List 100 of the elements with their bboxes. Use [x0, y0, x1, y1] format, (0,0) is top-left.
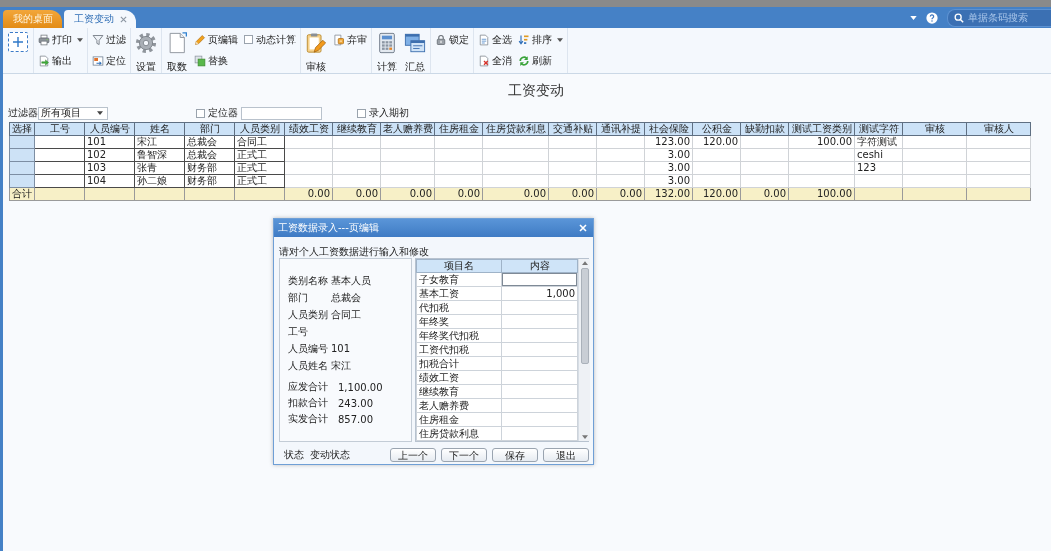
column-header: 继续教育 — [332, 122, 381, 136]
field-value: 合同工 — [331, 307, 361, 322]
document-arrow-icon — [38, 54, 50, 67]
column-header: 住房租金 — [434, 122, 483, 136]
scrollbar-thumb[interactable] — [580, 268, 589, 364]
tab[interactable]: 工资变动 — [64, 10, 136, 28]
add-button[interactable] — [8, 32, 28, 52]
filter-select[interactable]: 所有项目 — [38, 106, 108, 120]
column-header: 绩效工资 — [284, 122, 333, 136]
toolbar-button[interactable]: 锁定 — [434, 31, 470, 48]
caret-icon — [97, 111, 103, 115]
value-cell[interactable] — [501, 426, 578, 441]
instruction-text: 请对个人工资数据进行输入和修改 — [279, 246, 429, 257]
value-cell[interactable] — [501, 314, 578, 329]
table-cell: 0.00 — [284, 187, 333, 201]
value-cell[interactable]: 1,000 — [501, 286, 578, 301]
caret-icon[interactable] — [557, 37, 563, 42]
field-label: 类别名称 — [288, 273, 328, 288]
column-header: 内容 — [501, 259, 578, 273]
sort-icon — [518, 33, 530, 46]
toolbar-button[interactable]: 输出 — [37, 52, 84, 69]
value-cell[interactable] — [501, 370, 578, 385]
checkbox-label[interactable]: 定位器 — [208, 106, 238, 120]
dialog-button[interactable]: 下一个 — [441, 448, 487, 462]
dialog-title: 工资数据录入---页编辑 — [278, 221, 379, 235]
table-cell: 0.00 — [332, 187, 381, 201]
down-arrow-icon[interactable] — [581, 435, 588, 439]
help-icon[interactable] — [926, 11, 938, 24]
page-title: 工资变动 — [508, 82, 564, 98]
column-header: 项目名 — [416, 259, 502, 273]
total-label: 实发合计 — [288, 412, 328, 426]
calculator-icon — [376, 32, 398, 54]
value-cell[interactable] — [501, 356, 578, 371]
toolbar-button[interactable]: 设置 — [134, 29, 158, 74]
table-cell: 0.00 — [380, 187, 435, 201]
field-label: 人员类别 — [288, 307, 328, 322]
field-label: 人员姓名 — [288, 358, 328, 373]
total-value: 1,100.00 — [338, 381, 383, 393]
value-cell[interactable] — [501, 328, 578, 343]
table-cell: 老人赡养费 — [416, 398, 502, 413]
close-icon — [579, 224, 587, 232]
toolbar-button[interactable]: 全选 — [477, 31, 513, 48]
field-value: 基本人员 — [331, 273, 371, 288]
toolbar-button[interactable]: 汇总 — [403, 29, 427, 74]
table-cell: 0.00 — [482, 187, 549, 201]
locator-field[interactable] — [241, 106, 322, 120]
checkbox[interactable] — [244, 35, 253, 44]
column-header: 公积金 — [692, 122, 741, 136]
caret-icon[interactable] — [77, 37, 83, 42]
toolbar-button[interactable]: 替换 — [193, 52, 239, 69]
caret-icon[interactable] — [910, 15, 917, 20]
table-cell: 120.00 — [692, 187, 741, 201]
table-cell: 绩效工资 — [416, 370, 502, 385]
value-cell[interactable] — [501, 398, 578, 413]
toolbar-button[interactable]: 取数 — [165, 29, 189, 74]
value-field[interactable] — [502, 273, 577, 286]
field-label: 部门 — [288, 290, 309, 305]
column-header: 测试字符 — [854, 122, 903, 136]
toolbar-button[interactable]: 弃审 — [332, 31, 368, 48]
value-cell[interactable] — [501, 412, 578, 427]
table-cell: 住房贷款利息 — [416, 426, 502, 441]
table-cell: 年终奖 — [416, 314, 502, 329]
table-cell: 132.00 — [644, 187, 693, 201]
stamp-document-icon — [333, 33, 345, 46]
toolbar-button[interactable]: 过滤 — [91, 31, 127, 48]
toolbar-button[interactable]: 全消 — [477, 52, 513, 69]
search-icon — [954, 12, 964, 23]
value-cell[interactable] — [501, 300, 578, 315]
column-header: 住房贷款利息 — [482, 122, 549, 136]
toolbar-button[interactable]: 定位 — [91, 52, 127, 69]
close-button[interactable] — [579, 224, 587, 232]
dialog-button[interactable]: 上一个 — [390, 448, 436, 462]
checkbox-label[interactable]: 录入期初 — [369, 106, 409, 120]
search-field[interactable]: 单据条码搜索 — [947, 8, 1051, 27]
close-icon[interactable] — [120, 15, 127, 23]
dialog-button[interactable]: 退出 — [543, 448, 589, 462]
toolbar-button[interactable]: 排序 — [517, 31, 564, 48]
checkbox[interactable] — [357, 108, 366, 118]
table-cell: 0.00 — [740, 187, 789, 201]
gear-icon — [135, 32, 157, 54]
column-header: 人员类别 — [234, 122, 285, 136]
dialog-button[interactable]: 保存 — [492, 448, 538, 462]
scrollbar[interactable] — [578, 259, 590, 441]
toolbar-button[interactable]: 审核 — [304, 29, 328, 74]
up-arrow-icon[interactable] — [581, 261, 588, 265]
checkbox[interactable] — [196, 108, 205, 118]
field-value: 宋江 — [331, 358, 351, 373]
toolbar-button[interactable]: 刷新 — [517, 52, 564, 69]
value-cell[interactable] — [501, 342, 578, 357]
table-cell: 100.00 — [788, 187, 855, 201]
page-icon — [166, 32, 188, 54]
toolbar-button[interactable]: 计算 — [375, 29, 399, 74]
value-cell[interactable] — [501, 384, 578, 399]
column-header: 缺勤扣款 — [740, 122, 789, 136]
column-header: 通讯补提 — [596, 122, 645, 136]
column-header: 部门 — [184, 122, 235, 136]
toolbar-button[interactable]: 打印 — [37, 31, 84, 48]
toolbar-button[interactable]: 页编辑 — [193, 31, 239, 48]
checkbox-label[interactable]: 动态计算 — [256, 32, 296, 47]
document-lines-icon — [478, 33, 490, 46]
